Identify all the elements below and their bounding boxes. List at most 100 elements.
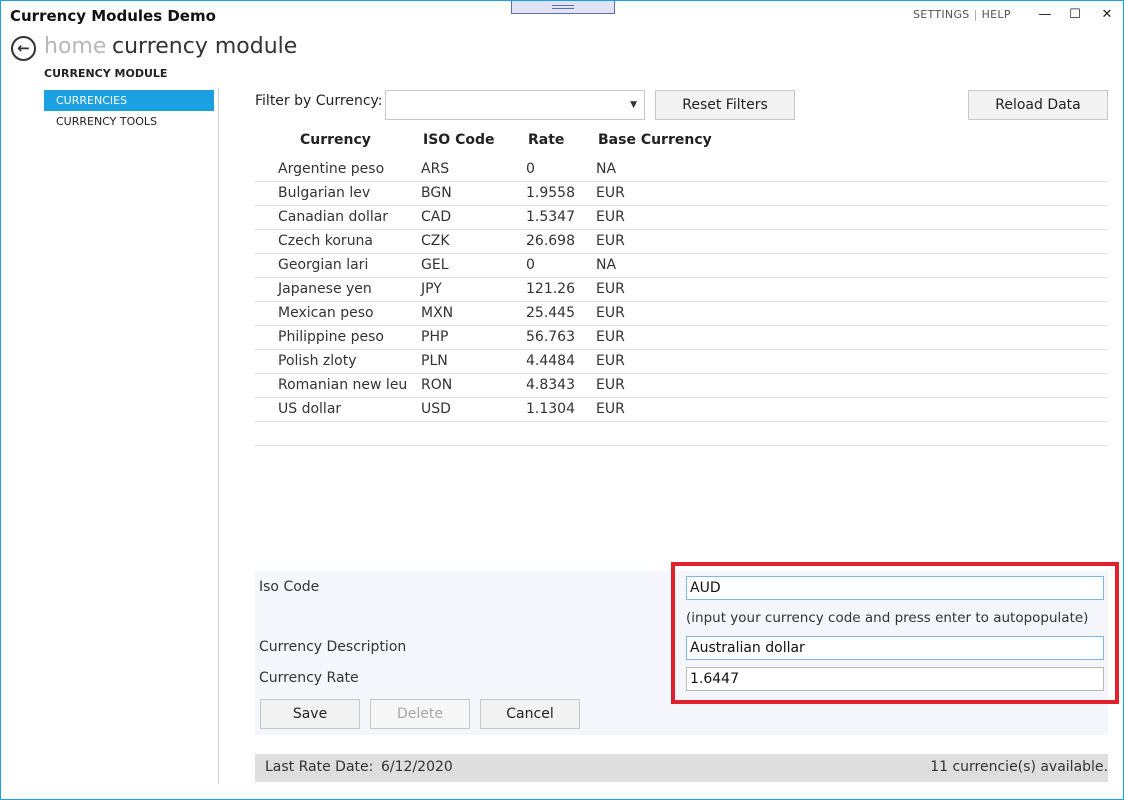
cell-iso-code: USD [421,401,451,417]
reset-filters-button[interactable]: Reset Filters [655,90,795,120]
currency-count: 11 currencie(s) available. [930,759,1108,775]
table-row[interactable]: Polish zloty PLN 4.4484 EUR [255,350,1108,374]
app-title: Currency Modules Demo [10,7,216,25]
table-header: Currency ISO Code Rate Base Currency [255,129,1108,158]
cell-iso-code: ARS [421,161,450,177]
currency-table: Currency ISO Code Rate Base Currency Arg… [255,129,1108,446]
cell-base-currency: EUR [596,377,625,393]
currency-description-label: Currency Description [259,639,407,655]
cell-currency: Romanian new leu [278,377,408,393]
cell-rate: 26.698 [526,233,575,249]
cell-base-currency: EUR [596,305,625,321]
section-title: CURRENCY MODULE [44,67,168,80]
cell-rate: 121.26 [526,281,575,297]
cell-iso-code: RON [421,377,453,393]
cell-rate: 56.763 [526,329,575,345]
cell-iso-code: GEL [421,257,449,273]
cell-currency: Philippine peso [278,329,384,345]
table-row[interactable]: Georgian lari GEL 0 NA [255,254,1108,278]
drag-handle[interactable] [511,1,615,14]
back-arrow-icon[interactable]: ← [11,36,36,61]
sidebar-item-currency-tools[interactable]: CURRENCY TOOLS [44,111,214,132]
iso-code-label: Iso Code [259,579,320,595]
iso-code-input[interactable] [686,576,1104,600]
table-body: Argentine peso ARS 0 NA Bulgarian lev BGN 1.95… [255,158,1108,422]
top-links: SETTINGS | HELP [913,8,1011,21]
sidebar-divider [218,88,219,784]
edit-panel: Iso Code (input your currency code and p… [255,571,1108,735]
cell-iso-code: PHP [421,329,449,345]
cell-base-currency: EUR [596,233,625,249]
cell-base-currency: EUR [596,401,625,417]
cell-iso-code: CZK [421,233,450,249]
cell-currency: Japanese yen [278,281,372,297]
app-window: Currency Modules Demo SETTINGS | HELP — ☐ … [0,0,1124,800]
column-header-iso-code[interactable]: ISO Code [423,132,494,148]
cell-rate: 0 [526,257,535,273]
table-row[interactable]: Argentine peso ARS 0 NA [255,158,1108,182]
cell-iso-code: BGN [421,185,452,201]
page-title: currency module [112,34,298,59]
column-header-base-currency[interactable]: Base Currency [598,132,712,148]
breadcrumb-home[interactable]: home [44,34,106,59]
currency-rate-label: Currency Rate [259,670,359,686]
table-row[interactable]: Canadian dollar CAD 1.5347 EUR [255,206,1108,230]
cell-currency: US dollar [278,401,342,417]
table-row[interactable]: Romanian new leu RON 4.8343 EUR [255,374,1108,398]
cell-currency: Canadian dollar [278,209,389,225]
table-row[interactable]: Bulgarian lev BGN 1.9558 EUR [255,182,1108,206]
cell-base-currency: NA [596,161,617,177]
table-row[interactable]: Philippine peso PHP 56.763 EUR [255,326,1108,350]
cell-base-currency: EUR [596,185,625,201]
cell-currency: Mexican peso [278,305,374,321]
cell-iso-code: PLN [421,353,448,369]
cell-rate: 1.9558 [526,185,575,201]
close-button[interactable]: ✕ [1097,6,1117,24]
currency-description-input[interactable] [686,636,1104,660]
cancel-button[interactable]: Cancel [480,699,580,729]
cell-iso-code: MXN [421,305,454,321]
currency-filter-select[interactable]: ▼ [385,90,645,120]
currency-rate-input[interactable] [686,667,1104,691]
column-header-rate[interactable]: Rate [528,132,564,148]
table-row[interactable]: Czech koruna CZK 26.698 EUR [255,230,1108,254]
filter-label: Filter by Currency: [255,93,383,109]
sidebar-item-currencies[interactable]: CURRENCIES [44,90,214,111]
sidebar: CURRENCIES CURRENCY TOOLS [44,90,214,132]
cell-currency: Polish zloty [278,353,357,369]
cell-currency: Czech koruna [278,233,374,249]
table-row[interactable]: US dollar USD 1.1304 EUR [255,398,1108,422]
cell-iso-code: JPY [421,281,442,297]
column-header-currency[interactable]: Currency [300,132,371,148]
save-button[interactable]: Save [260,699,360,729]
table-empty-row [255,422,1108,446]
chevron-down-icon: ▼ [630,100,637,110]
title-bar[interactable]: Currency Modules Demo SETTINGS | HELP — ☐ … [1,1,1123,31]
delete-button[interactable]: Delete [370,699,470,729]
last-rate-date-label: Last Rate Date: [265,759,374,775]
cell-rate: 1.1304 [526,401,575,417]
cell-base-currency: EUR [596,329,625,345]
cell-rate: 1.5347 [526,209,575,225]
link-separator: | [973,8,978,21]
cell-base-currency: EUR [596,281,625,297]
maximize-button[interactable]: ☐ [1065,6,1085,24]
settings-link[interactable]: SETTINGS [913,8,970,21]
cell-currency: Bulgarian lev [278,185,371,201]
cell-rate: 4.8343 [526,377,575,393]
help-link[interactable]: HELP [982,8,1011,21]
status-bar: Last Rate Date: 6/12/2020 11 currencie(s… [255,754,1108,782]
cell-currency: Georgian lari [278,257,369,273]
minimize-button[interactable]: — [1035,6,1055,24]
iso-code-hint: (input your currency code and press ente… [686,610,1089,626]
cell-base-currency: EUR [596,353,625,369]
table-row[interactable]: Mexican peso MXN 25.445 EUR [255,302,1108,326]
last-rate-date-value: 6/12/2020 [381,759,453,775]
cell-rate: 0 [526,161,535,177]
table-row[interactable]: Japanese yen JPY 121.26 EUR [255,278,1108,302]
reload-data-button[interactable]: Reload Data [968,90,1108,120]
cell-rate: 4.4484 [526,353,575,369]
cell-currency: Argentine peso [278,161,385,177]
cell-base-currency: NA [596,257,617,273]
cell-base-currency: EUR [596,209,625,225]
